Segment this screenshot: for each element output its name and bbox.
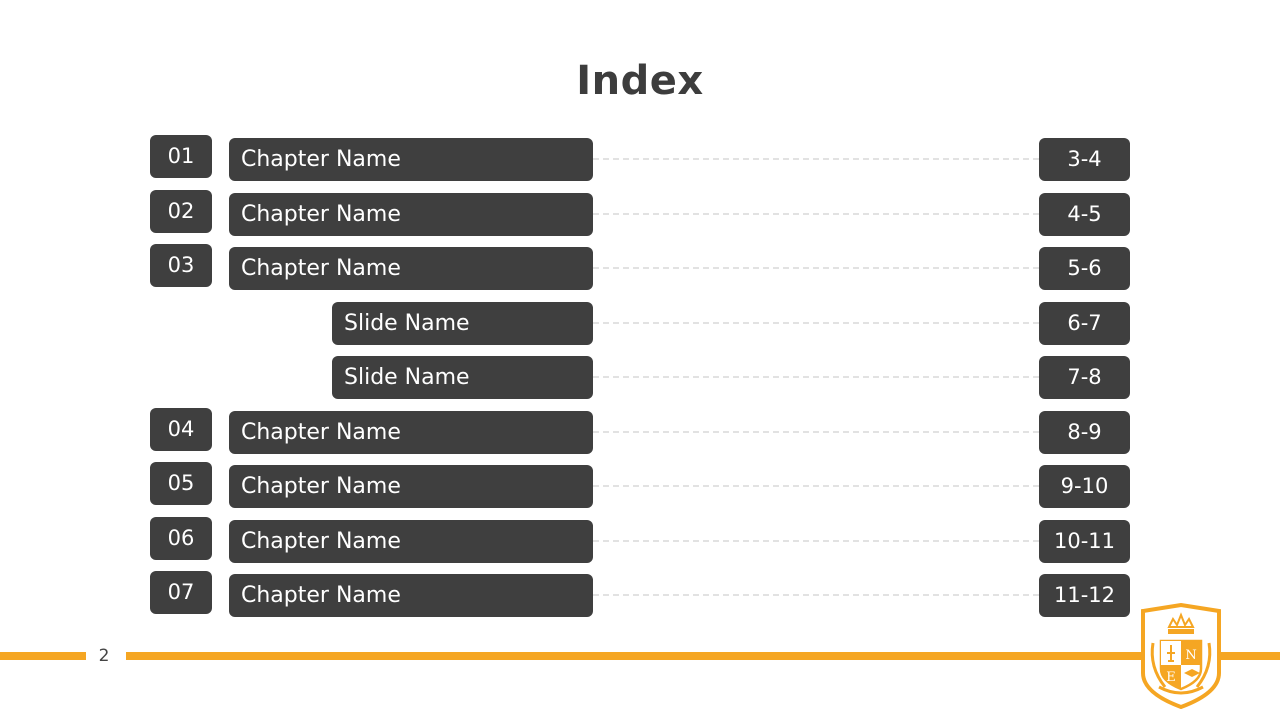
chapter-row: 02 Chapter Name 4-5: [0, 189, 1280, 236]
page-range-badge: 7-8: [1039, 356, 1130, 399]
slide-row: Slide Name 6-7: [0, 301, 1280, 345]
page-range-badge: 11-12: [1039, 574, 1130, 617]
footer-bar-right: [126, 652, 1280, 660]
page-range-badge: 5-6: [1039, 247, 1130, 290]
chapter-name: Chapter Name: [229, 410, 593, 454]
chapter-row: 07 Chapter Name 11-12: [0, 571, 1280, 617]
chapter-name: Chapter Name: [229, 465, 593, 508]
dotted-leader-line: [593, 158, 1039, 160]
chapter-number-badge: 07: [150, 571, 212, 614]
chapter-number-badge: 02: [150, 189, 212, 233]
page-range-badge: 3-4: [1039, 138, 1130, 181]
chapter-number-badge: 06: [150, 516, 212, 560]
chapter-name: Chapter Name: [229, 574, 593, 617]
page-title: Index: [576, 58, 704, 104]
page-number: 2: [98, 646, 110, 666]
chapter-number-badge: 03: [150, 244, 212, 287]
chapter-name: Chapter Name: [229, 192, 593, 236]
footer-bar-left: [0, 652, 86, 660]
page-range-badge: 4-5: [1039, 192, 1130, 236]
chapter-row: 04 Chapter Name 8-9: [0, 407, 1280, 454]
dotted-leader-line: [593, 430, 1039, 433]
crest-shield-logo-icon: N E: [1141, 603, 1221, 709]
page-range-badge: 10-11: [1039, 519, 1130, 563]
chapter-number-badge: 01: [150, 135, 212, 178]
chapter-name: Chapter Name: [229, 138, 593, 181]
logo-letter-n: N: [1185, 648, 1196, 663]
dotted-leader-line: [593, 376, 1039, 378]
chapter-row: 03 Chapter Name 5-6: [0, 244, 1280, 290]
chapter-row: 01 Chapter Name 3-4: [0, 135, 1280, 181]
logo-letter-e: E: [1166, 670, 1176, 685]
dotted-leader-line: [593, 539, 1039, 542]
chapter-row: 06 Chapter Name 10-11: [0, 516, 1280, 563]
dotted-leader-line: [593, 212, 1039, 215]
chapter-number-badge: 05: [150, 462, 212, 505]
dotted-leader-line: [593, 485, 1039, 487]
chapter-number-badge: 04: [150, 407, 212, 451]
page-range-badge: 8-9: [1039, 410, 1130, 454]
slide-name: Slide Name: [332, 356, 593, 399]
chapter-name: Chapter Name: [229, 519, 593, 563]
slide-row: Slide Name 7-8: [0, 356, 1280, 399]
dotted-leader-line: [593, 267, 1039, 269]
page-range-badge: 6-7: [1039, 301, 1130, 345]
chapter-row: 05 Chapter Name 9-10: [0, 462, 1280, 508]
dotted-leader-line: [593, 321, 1039, 324]
slide-name: Slide Name: [332, 301, 593, 345]
chapter-name: Chapter Name: [229, 247, 593, 290]
page-range-badge: 9-10: [1039, 465, 1130, 508]
dotted-leader-line: [593, 594, 1039, 596]
